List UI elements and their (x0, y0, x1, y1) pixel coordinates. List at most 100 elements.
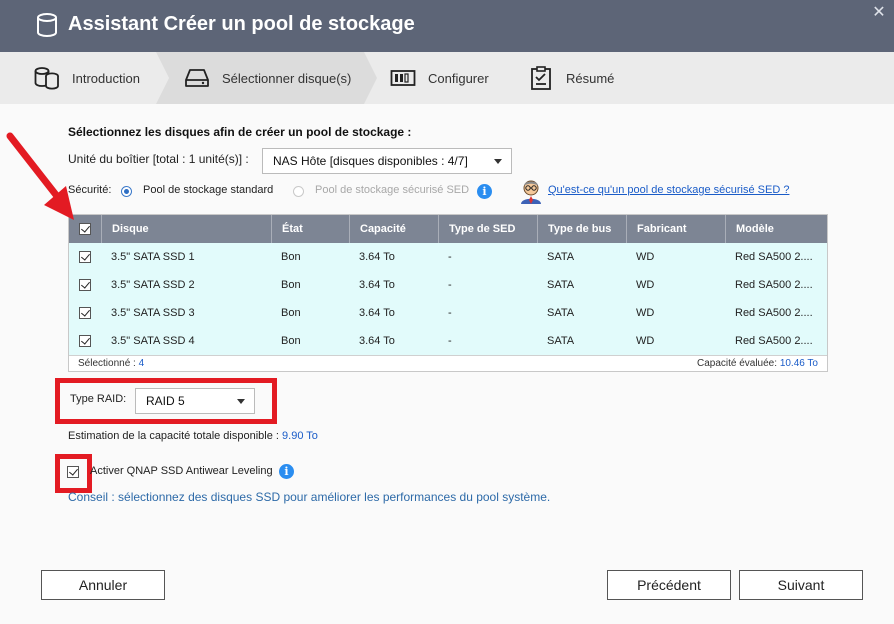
chevron-down-icon (494, 159, 502, 164)
previous-button[interactable]: Précédent (607, 570, 731, 600)
close-icon[interactable]: ✕ (870, 4, 888, 22)
cell-manufacturer: WD (636, 335, 655, 347)
cell-state: Bon (281, 335, 301, 347)
raid-type-label: Type RAID: (70, 393, 127, 405)
selected-count-label: Sélectionné : (78, 358, 136, 369)
estimated-capacity: Estimation de la capacité totale disponi… (68, 430, 318, 442)
evaluated-capacity: Capacité évaluée: 10.46 To (697, 358, 818, 369)
raid-type-value: RAID 5 (146, 394, 185, 408)
step-select-disks: Sélectionner disque(s) (156, 52, 364, 104)
cell-state: Bon (281, 279, 301, 291)
cell-capacity: 3.64 To (359, 307, 395, 319)
step-summary: Résumé (528, 52, 614, 104)
table-row[interactable]: 3.5" SATA SSD 2 Bon 3.64 To - SATA WD Re… (69, 271, 827, 299)
cell-capacity: 3.64 To (359, 335, 395, 347)
window-title: Assistant Créer un pool de stockage (68, 13, 415, 35)
estimated-capacity-label: Estimation de la capacité totale disponi… (68, 430, 279, 442)
cancel-button[interactable]: Annuler (41, 570, 165, 600)
table-header: Disque État Capacité Type de SED Type de… (69, 215, 827, 243)
next-button[interactable]: Suivant (739, 570, 863, 600)
info-icon[interactable]: i (279, 464, 294, 479)
raid-type-select[interactable]: RAID 5 (135, 388, 255, 414)
row-checkbox[interactable] (79, 335, 91, 347)
helper-avatar-icon (521, 180, 541, 204)
raid-config-icon (390, 70, 416, 86)
cell-capacity: 3.64 To (359, 251, 395, 263)
enclosure-unit-select[interactable]: NAS Hôte [disques disponibles : 4/7] (262, 148, 512, 174)
step-configure: Configurer (390, 52, 489, 104)
selected-count: Sélectionné : 4 (78, 358, 144, 369)
radio-sed-pool[interactable] (293, 186, 304, 197)
cell-sed-type: - (448, 279, 452, 291)
table-footer: Sélectionné : 4 Capacité évaluée: 10.46 … (69, 355, 827, 371)
cell-manufacturer: WD (636, 251, 655, 263)
step-separator-chevron (364, 52, 377, 104)
row-checkbox[interactable] (79, 307, 91, 319)
enclosure-unit-value: NAS Hôte [disques disponibles : 4/7] (273, 154, 468, 168)
disk-drive-icon (185, 69, 209, 87)
cell-model: Red SA500 2.... (735, 335, 813, 347)
sed-help-link[interactable]: Qu'est-ce qu'un pool de stockage sécuris… (548, 184, 789, 196)
table-row[interactable]: 3.5" SATA SSD 1 Bon 3.64 To - SATA WD Re… (69, 243, 827, 271)
cell-disk: 3.5" SATA SSD 4 (111, 335, 195, 347)
cell-state: Bon (281, 307, 301, 319)
selected-count-value: 4 (138, 358, 145, 369)
wizard-content: Sélectionnez les disques afin de créer u… (0, 104, 894, 624)
step-separator-chevron (156, 52, 169, 104)
step-label: Sélectionner disque(s) (222, 70, 352, 86)
column-header-disk[interactable]: Disque (101, 215, 271, 243)
select-all-checkbox[interactable] (79, 223, 91, 235)
antiwear-label: Activer QNAP SSD Antiwear Leveling (90, 465, 273, 477)
cell-sed-type: - (448, 251, 452, 263)
step-label: Introduction (72, 70, 140, 86)
cell-capacity: 3.64 To (359, 279, 395, 291)
table-row[interactable]: 3.5" SATA SSD 4 Bon 3.64 To - SATA WD Re… (69, 327, 827, 355)
row-checkbox[interactable] (79, 279, 91, 291)
cell-disk: 3.5" SATA SSD 3 (111, 307, 195, 319)
cell-model: Red SA500 2.... (735, 307, 813, 319)
section-heading: Sélectionnez les disques afin de créer u… (68, 125, 412, 139)
radio-standard-pool[interactable] (121, 186, 132, 197)
row-checkbox[interactable] (79, 251, 91, 263)
column-header-state[interactable]: État (271, 215, 349, 243)
cell-disk: 3.5" SATA SSD 1 (111, 251, 195, 263)
cell-bus-type: SATA (547, 251, 575, 263)
cell-bus-type: SATA (547, 335, 575, 347)
database-icon (34, 67, 59, 90)
step-introduction: Introduction (34, 52, 140, 104)
radio-standard-pool-label: Pool de stockage standard (143, 184, 274, 196)
cell-sed-type: - (448, 335, 452, 347)
title-bar: Assistant Créer un pool de stockage ✕ (0, 0, 894, 52)
step-label: Configurer (428, 70, 489, 86)
clipboard-icon (531, 66, 551, 90)
security-label: Sécurité: (68, 184, 112, 196)
disk-table: Disque État Capacité Type de SED Type de… (68, 214, 828, 372)
cell-sed-type: - (448, 307, 452, 319)
header-select-all (69, 215, 101, 243)
cell-state: Bon (281, 251, 301, 263)
evaluated-capacity-label: Capacité évaluée: (696, 358, 778, 369)
tip-text: Conseil : sélectionnez des disques SSD p… (68, 490, 551, 504)
info-icon[interactable]: i (477, 184, 492, 199)
cell-bus-type: SATA (547, 307, 575, 319)
cell-manufacturer: WD (636, 307, 655, 319)
column-header-capacity[interactable]: Capacité (349, 215, 438, 243)
column-header-manufacturer[interactable]: Fabricant (626, 215, 725, 243)
step-label: Résumé (566, 70, 615, 86)
radio-sed-pool-label: Pool de stockage sécurisé SED (315, 184, 470, 196)
estimated-capacity-value: 9.90 To (282, 430, 318, 442)
chevron-down-icon (237, 399, 245, 404)
cell-model: Red SA500 2.... (735, 251, 813, 263)
column-header-bus-type[interactable]: Type de bus (537, 215, 626, 243)
database-icon (37, 13, 57, 37)
cell-disk: 3.5" SATA SSD 2 (111, 279, 195, 291)
wizard-steps: Introduction Sélectionner disque(s) Conf… (0, 52, 894, 104)
cell-bus-type: SATA (547, 279, 575, 291)
table-row[interactable]: 3.5" SATA SSD 3 Bon 3.64 To - SATA WD Re… (69, 299, 827, 327)
column-header-sed-type[interactable]: Type de SED (438, 215, 537, 243)
cell-model: Red SA500 2.... (735, 279, 813, 291)
column-header-model[interactable]: Modèle (725, 215, 827, 243)
enclosure-unit-label: Unité du boîtier [total : 1 unité(s)] : (68, 152, 249, 166)
antiwear-checkbox[interactable] (67, 466, 79, 478)
cell-manufacturer: WD (636, 279, 655, 291)
